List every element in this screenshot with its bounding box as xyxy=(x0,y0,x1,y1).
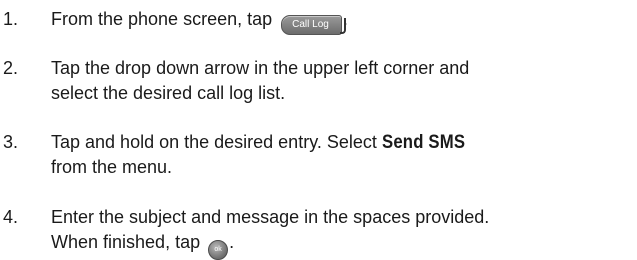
step-text-line1: Tap the drop down arrow in the upper lef… xyxy=(51,58,470,78)
ok-button-icon: ok xyxy=(208,240,229,260)
step-text: Tap and hold on the desired entry. Selec… xyxy=(51,130,637,180)
step-number: 3. xyxy=(3,132,19,152)
step-text-before: When finished, tap xyxy=(51,232,201,252)
step-text: Enter the subject and message in the spa… xyxy=(51,205,637,260)
step-text-before: From the phone screen, tap xyxy=(51,9,273,29)
step-text-before: Tap and hold on the desired entry. Selec… xyxy=(51,132,377,152)
step-text: From the phone screen, tap Call Log. xyxy=(51,7,637,35)
call-log-button: Call Log xyxy=(281,15,346,35)
step-text-line1: Enter the subject and message in the spa… xyxy=(51,207,490,227)
step-number: 2. xyxy=(3,58,19,78)
step-number: 1. xyxy=(3,9,19,29)
send-sms-command: Send SMS xyxy=(381,132,466,153)
step-text-line2: select the desired call log list. xyxy=(51,83,286,103)
step-text-line2: from the menu. xyxy=(51,157,173,177)
step-text-after: . xyxy=(229,232,235,252)
step-number: 4. xyxy=(3,207,19,227)
step-text: Tap the drop down arrow in the upper lef… xyxy=(51,56,637,106)
